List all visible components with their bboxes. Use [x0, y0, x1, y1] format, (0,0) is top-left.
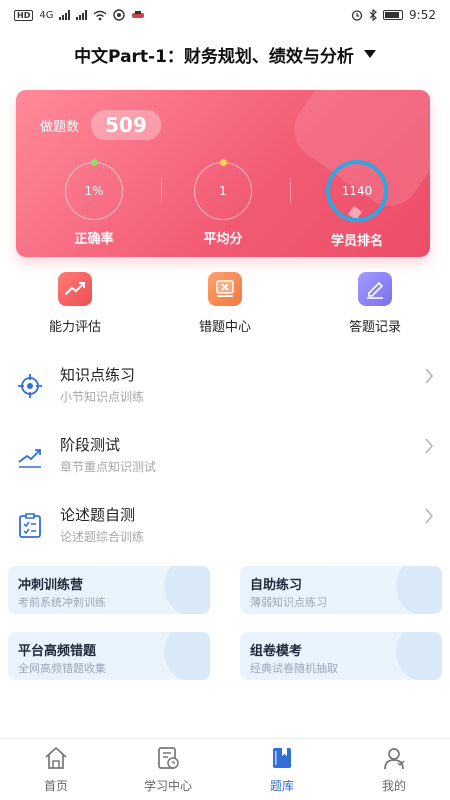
- ranking-value: 1140: [341, 184, 373, 198]
- hd-badge: HD: [14, 9, 34, 21]
- quick-action-ability-assessment[interactable]: 能力评估: [10, 272, 140, 335]
- wrong-questions-icon: [208, 272, 242, 306]
- course-title: 中文Part-1：财务规划、绩效与分析: [74, 46, 354, 67]
- app-notification-icon-2: [132, 11, 145, 18]
- feature-card-subtitle: 薄弱知识点练习: [250, 596, 327, 609]
- chevron-right-icon: [425, 368, 434, 384]
- feature-card-frequent-errors[interactable]: 平台高频错题 全网高频错题收集: [8, 632, 210, 680]
- accuracy-label: 正确率: [74, 232, 114, 247]
- metric-average-score[interactable]: 1 平均分: [183, 159, 263, 247]
- divider: [290, 178, 291, 204]
- quick-action-label: 错题中心: [198, 320, 251, 335]
- status-time: 9:52: [409, 8, 436, 22]
- chevron-right-icon: [425, 508, 434, 524]
- nav-label: 学习中心: [143, 779, 192, 793]
- status-bar: HD 4G 9:52: [0, 0, 450, 30]
- quick-action-label: 答题记录: [348, 320, 401, 335]
- feature-card-mock-exam[interactable]: 组卷模考 经典试卷随机抽取: [240, 632, 442, 680]
- wifi-icon: [94, 10, 107, 20]
- feature-card-title: 冲刺训练营: [18, 578, 84, 593]
- list-item-title: 阶段测试: [60, 436, 121, 454]
- nav-item-question-bank[interactable]: 题库: [232, 745, 332, 794]
- checklist-icon: [19, 513, 41, 538]
- ranking-label: 学员排名: [330, 234, 383, 249]
- list-item-knowledge-practice[interactable]: 知识点练习 小节知识点训练: [0, 358, 450, 424]
- ranking-ring: 1140: [326, 160, 388, 222]
- feature-card-sprint-camp[interactable]: 冲刺训练营 考前系统冲刺训练: [8, 566, 210, 614]
- feature-card-subtitle: 全网高频错题收集: [18, 662, 106, 675]
- chevron-right-icon: [425, 438, 434, 454]
- status-right: 9:52: [351, 8, 436, 22]
- app-notification-icon: [113, 9, 126, 21]
- list-item-essay-self-test[interactable]: 论述题自测 论述题综合训练: [0, 498, 450, 564]
- course-selector[interactable]: 中文Part-1：财务规划、绩效与分析: [0, 34, 450, 74]
- accuracy-ring: 1%: [65, 159, 123, 220]
- nav-item-profile[interactable]: 我的: [344, 745, 444, 794]
- target-icon: [18, 374, 42, 398]
- nav-label: 首页: [43, 779, 68, 793]
- accuracy-dot: [91, 159, 98, 166]
- list-item-title: 论述题自测: [60, 506, 136, 524]
- list-item-subtitle: 章节重点知识测试: [60, 460, 157, 474]
- nav-item-home[interactable]: 首页: [6, 745, 106, 794]
- nav-label: 题库: [269, 779, 294, 793]
- list-item-subtitle: 小节知识点训练: [60, 390, 145, 404]
- feature-card-self-practice[interactable]: 自助练习 薄弱知识点练习: [240, 566, 442, 614]
- pen-icon: [358, 272, 392, 306]
- nav-item-study-center[interactable]: 学习中心: [118, 745, 218, 794]
- alarm-icon: [351, 10, 363, 21]
- feature-card-title: 自助练习: [250, 578, 303, 593]
- average-score-value: 1: [219, 184, 227, 198]
- bluetooth-icon: [369, 9, 377, 21]
- list-item-stage-test[interactable]: 阶段测试 章节重点知识测试: [0, 428, 450, 494]
- question-bank-icon: [273, 748, 291, 768]
- trend-icon: [18, 449, 41, 468]
- profile-icon: [384, 748, 405, 770]
- accuracy-value: 1%: [84, 184, 104, 198]
- study-center-icon: [158, 747, 179, 769]
- chart-icon: [58, 272, 92, 306]
- list-item-title: 知识点练习: [60, 366, 136, 384]
- home-icon: [45, 746, 67, 769]
- question-count-label: 做题数: [40, 119, 80, 135]
- feature-card-title: 组卷模考: [250, 644, 303, 659]
- feature-card-subtitle: 考前系统冲刺训练: [18, 596, 106, 609]
- stats-card: 做题数 509 1% 正确率 1 平均分 1140 学员排名: [16, 90, 430, 257]
- divider: [161, 178, 162, 204]
- metric-ranking[interactable]: 1140 学员排名: [317, 160, 397, 249]
- list-item-subtitle: 论述题综合训练: [60, 530, 145, 544]
- question-count-row: 做题数 509: [40, 110, 161, 140]
- feature-card-subtitle: 经典试卷随机抽取: [250, 662, 338, 675]
- bottom-nav: 首页 学习中心 题库 我的: [0, 738, 450, 800]
- battery-icon: [383, 10, 404, 20]
- average-score-dot: [220, 159, 227, 166]
- status-left: HD 4G: [14, 9, 145, 21]
- signal-icon-2: [76, 10, 88, 20]
- network-type: 4G: [39, 9, 54, 21]
- average-score-ring: 1: [194, 159, 252, 220]
- question-count-value: 509: [91, 110, 161, 140]
- quick-action-answer-records[interactable]: 答题记录: [310, 272, 440, 335]
- signal-icon: [59, 10, 71, 20]
- feature-card-title: 平台高频错题: [18, 644, 97, 659]
- average-score-label: 平均分: [203, 232, 243, 247]
- metric-accuracy[interactable]: 1% 正确率: [54, 159, 134, 247]
- dropdown-arrow-icon: [363, 50, 376, 58]
- quick-action-label: 能力评估: [48, 320, 101, 335]
- nav-label: 我的: [381, 779, 406, 793]
- quick-action-wrong-questions[interactable]: 错题中心: [160, 272, 290, 335]
